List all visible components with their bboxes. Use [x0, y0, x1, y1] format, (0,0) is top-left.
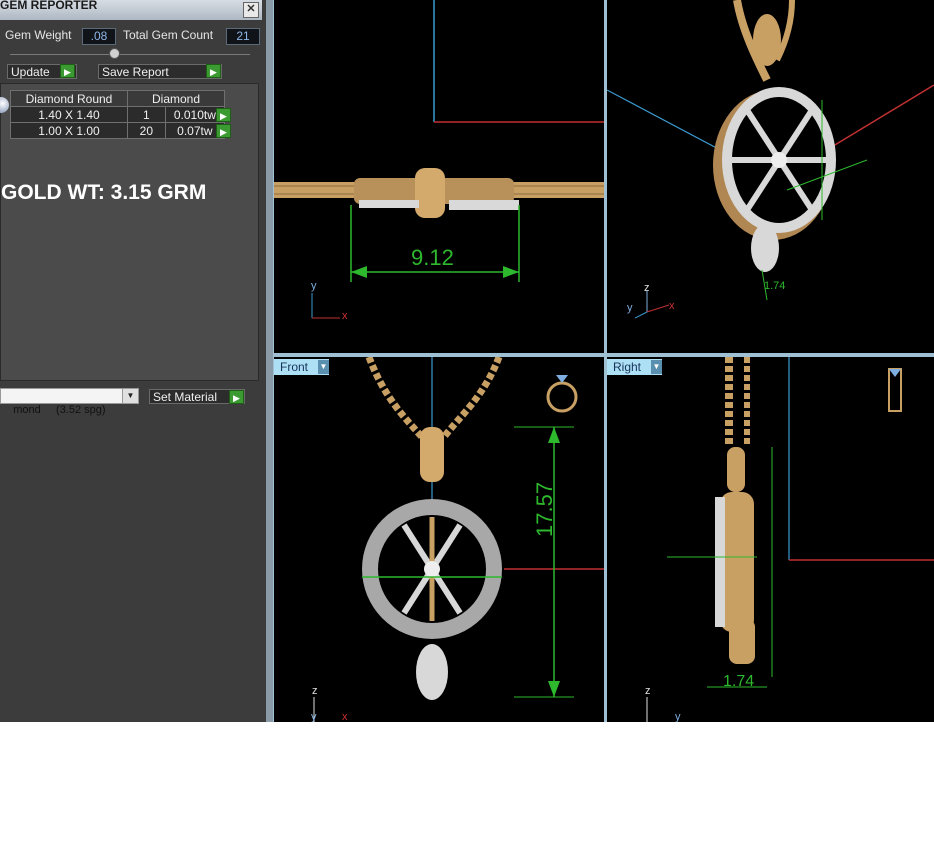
- front-view-render: [313, 357, 604, 722]
- table-cell: 20: [127, 122, 166, 139]
- close-icon[interactable]: ✕: [243, 2, 259, 18]
- update-button-label: Update: [11, 65, 50, 79]
- axis-z-label: z: [645, 685, 651, 697]
- gem-reporter-title: GEM REPORTER: [0, 0, 98, 12]
- total-gem-count-label: Total Gem Count: [123, 28, 214, 42]
- save-report-play-icon[interactable]: ▶: [206, 64, 221, 78]
- save-report-button-label: Save Report: [102, 65, 169, 79]
- save-report-button[interactable]: Save Report: [98, 64, 222, 79]
- viewport-perspective[interactable]: 1.74 z y x: [607, 0, 934, 353]
- splitter-handle-icon[interactable]: [109, 48, 120, 59]
- viewport-top[interactable]: 9.12 y x: [274, 0, 604, 353]
- chevron-down-icon[interactable]: ▼: [651, 360, 662, 374]
- table-header: Diamond: [127, 90, 225, 107]
- top-view-render: [274, 0, 604, 319]
- table-row[interactable]: 1.00 X 1.00 20 0.07tw: [10, 122, 226, 139]
- material-select-value: mond (3.52 spg): [13, 404, 106, 416]
- axis-y-label: y: [675, 711, 681, 722]
- set-material-button-label: Set Material: [153, 390, 218, 404]
- set-material-play-icon[interactable]: ▶: [229, 390, 244, 404]
- tab-right-label: Right: [613, 360, 642, 374]
- material-select[interactable]: mond (3.52 spg): [0, 388, 139, 416]
- gem-reporter-titlebar: GEM REPORTER ✕: [0, 0, 262, 20]
- axis-x-label: x: [342, 310, 348, 322]
- axis-z-label: z: [312, 685, 318, 697]
- gem-reporter-panel: GEM REPORTER ✕ Gem Weight .08 Total Gem …: [0, 0, 266, 722]
- axis-y-label: y: [311, 280, 317, 292]
- row-play-icon[interactable]: ▶: [216, 124, 231, 138]
- dimension-label: 9.12: [411, 245, 454, 270]
- chevron-down-icon[interactable]: ▼: [318, 360, 329, 374]
- axis-y-label: y: [627, 302, 633, 314]
- table-cell: 1.00 X 1.00: [10, 122, 128, 139]
- total-gem-count-value: 21: [226, 28, 260, 45]
- tab-front-label: Front: [280, 360, 309, 374]
- gem-weight-value: .08: [82, 28, 116, 45]
- axis-x-label: x: [342, 711, 348, 722]
- row-play-icon[interactable]: ▶: [216, 108, 231, 122]
- viewport-right[interactable]: Right ▼ 1.74 z y: [607, 357, 934, 722]
- gold-weight-text: GOLD WT: 3.15 GRM: [1, 181, 207, 204]
- axis-y-label: y: [311, 711, 317, 722]
- dimension-label: 17.57: [532, 481, 557, 537]
- table-header-row: Diamond Round Diamond: [10, 90, 225, 107]
- splitter[interactable]: [10, 54, 250, 55]
- right-view-render: [646, 357, 934, 722]
- dimension-label: 1.74: [723, 673, 755, 690]
- perspective-view-render: [607, 0, 934, 319]
- chevron-down-icon[interactable]: ▼: [122, 389, 138, 403]
- dimension-label: 1.74: [764, 280, 786, 292]
- axis-z-label: z: [644, 282, 650, 294]
- panel-border[interactable]: [266, 0, 273, 722]
- table-row[interactable]: 1.40 X 1.40 1 0.010tw: [10, 106, 226, 123]
- update-play-icon[interactable]: ▶: [60, 64, 75, 78]
- table-cell: 1.40 X 1.40: [10, 106, 128, 123]
- gem-weight-label: Gem Weight: [5, 28, 72, 42]
- gem-table: Diamond Round Diamond 1.40 X 1.40 1 0.01…: [10, 90, 226, 139]
- table-header: Diamond Round: [10, 90, 128, 107]
- table-cell: 1: [127, 106, 166, 123]
- axis-x-label: x: [669, 300, 675, 312]
- viewport-front[interactable]: Front ▼ 17.57 z y x: [274, 357, 604, 722]
